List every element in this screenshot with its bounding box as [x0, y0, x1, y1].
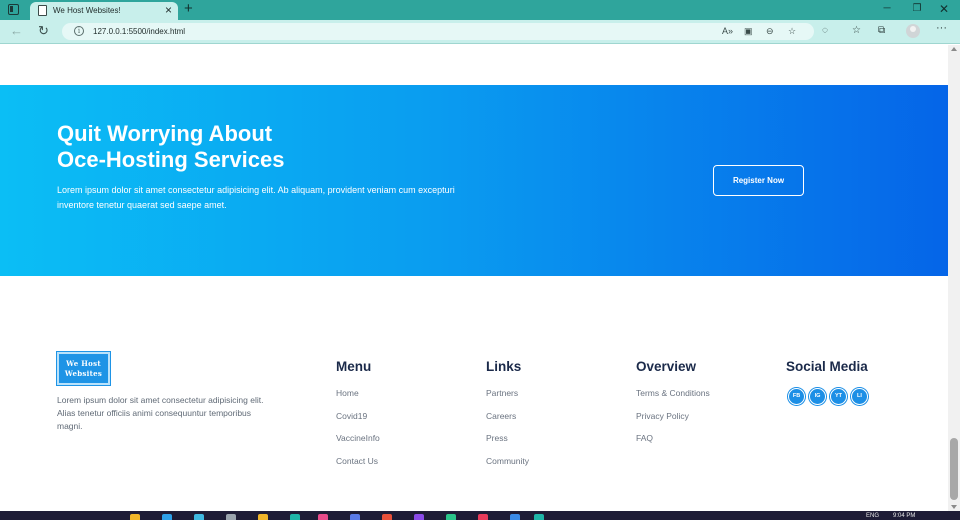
cta-banner: Quit Worrying About Oce-Hosting Services… [0, 85, 948, 276]
register-now-button[interactable]: Register Now [713, 165, 804, 196]
address-bar[interactable]: i 127.0.0.1:5500/index.html A» ▣ ⊖ ☆ [62, 23, 814, 40]
taskbar-app-icon[interactable] [446, 514, 456, 520]
add-favorite-icon[interactable]: ☆ [788, 25, 796, 37]
taskbar-app-icon[interactable] [258, 514, 268, 520]
page-icon [38, 5, 47, 16]
taskbar-app-icon[interactable] [414, 514, 424, 520]
facebook-icon[interactable]: FB [788, 388, 805, 405]
new-tab-button[interactable]: + [184, 0, 193, 18]
scroll-up-arrow-icon[interactable] [951, 47, 957, 51]
cta-title-line2: Oce-Hosting Services [57, 147, 285, 172]
taskbar-app-icon[interactable] [194, 514, 204, 520]
clock[interactable]: 9:04 PM [893, 513, 915, 520]
taskbar-app-icon[interactable] [318, 514, 328, 520]
links-heading: Links [486, 359, 522, 374]
taskbar-app-icon[interactable] [534, 514, 544, 520]
menu-heading: Menu [336, 359, 372, 374]
page-scrollbar[interactable] [948, 45, 960, 511]
file-explorer-icon[interactable] [130, 514, 140, 520]
scroll-down-arrow-icon[interactable] [951, 505, 957, 509]
info-icon[interactable]: i [74, 26, 84, 36]
overview-heading: Overview [636, 359, 697, 374]
browser-essentials-icon[interactable]: ◌ [822, 24, 828, 38]
linkedin-icon[interactable]: LI [851, 388, 868, 405]
immersive-reader-icon[interactable]: ▣ [744, 25, 753, 37]
footer-links-column: Links Partners Careers Press Community [486, 359, 529, 478]
footer-menu-column: Menu Home Covid19 VaccineInfo Contact Us [336, 359, 380, 478]
footer-link-vaccineinfo[interactable]: VaccineInfo [336, 433, 380, 443]
browser-tab[interactable]: We Host Websites! × [30, 2, 178, 20]
url-text[interactable]: 127.0.0.1:5500/index.html [93, 27, 185, 36]
footer-logo[interactable]: We Host Websites [56, 351, 111, 386]
footer-social-column: Social Media FB IG YT LI [786, 359, 868, 405]
page-viewport: Quit Worrying About Oce-Hosting Services… [0, 45, 948, 511]
taskbar-app-icon[interactable] [478, 514, 488, 520]
tab-close-icon[interactable]: × [165, 3, 172, 17]
favorites-icon[interactable]: ☆ [852, 24, 861, 38]
taskbar-app-icon[interactable] [350, 514, 360, 520]
footer-link-covid19[interactable]: Covid19 [336, 411, 380, 421]
read-aloud-icon[interactable]: A» [722, 25, 733, 37]
vscode-icon[interactable] [510, 514, 520, 520]
footer-link-careers[interactable]: Careers [486, 411, 529, 421]
footer-about-text: Lorem ipsum dolor sit amet consectetur a… [57, 395, 264, 431]
cta-title: Quit Worrying About Oce-Hosting Services [57, 121, 517, 173]
restore-icon[interactable]: ❐ [910, 2, 924, 16]
tab-bar: We Host Websites! × + ─ ❐ ✕ [0, 0, 960, 20]
cta-description: Lorem ipsum dolor sit amet consectetur a… [57, 185, 455, 210]
footer-link-privacy-policy[interactable]: Privacy Policy [636, 411, 710, 421]
workspaces-icon[interactable] [8, 4, 19, 15]
footer-link-press[interactable]: Press [486, 433, 529, 443]
footer-link-home[interactable]: Home [336, 388, 380, 398]
collections-icon[interactable]: ⧉ [878, 24, 885, 38]
footer-link-partners[interactable]: Partners [486, 388, 529, 398]
minimize-icon[interactable]: ─ [880, 2, 894, 16]
footer-overview-column: Overview Terms & Conditions Privacy Poli… [636, 359, 710, 456]
back-arrow-icon[interactable]: ← [10, 23, 23, 39]
taskbar-app-icon[interactable] [162, 514, 172, 520]
instagram-icon[interactable]: IG [809, 388, 826, 405]
language-indicator[interactable]: ENG [866, 513, 879, 520]
zoom-icon[interactable]: ⊖ [766, 25, 774, 37]
footer-link-contact-us[interactable]: Contact Us [336, 456, 380, 466]
cta-title-line1: Quit Worrying About [57, 121, 273, 146]
logo-line1: We Host [66, 359, 101, 368]
taskbar: ENG 9:04 PM [0, 511, 960, 520]
close-window-icon[interactable]: ✕ [937, 2, 951, 16]
footer-link-community[interactable]: Community [486, 456, 529, 466]
tab-title: We Host Websites! [53, 6, 121, 15]
youtube-icon[interactable]: YT [830, 388, 847, 405]
social-buttons: FB IG YT LI [788, 388, 868, 405]
footer-link-terms[interactable]: Terms & Conditions [636, 388, 710, 398]
taskbar-app-icon[interactable] [382, 514, 392, 520]
profile-avatar[interactable] [906, 24, 920, 38]
more-options-icon[interactable]: ··· [936, 22, 947, 34]
social-heading: Social Media [786, 359, 868, 374]
footer-link-faq[interactable]: FAQ [636, 433, 710, 443]
scroll-thumb[interactable] [950, 438, 958, 500]
address-bar-row: ← ↻ i 127.0.0.1:5500/index.html A» ▣ ⊖ ☆… [0, 20, 960, 44]
edge-icon[interactable] [290, 514, 300, 520]
reload-icon[interactable]: ↻ [38, 23, 49, 39]
logo-line2: Websites [64, 369, 103, 378]
taskbar-app-icon[interactable] [226, 514, 236, 520]
